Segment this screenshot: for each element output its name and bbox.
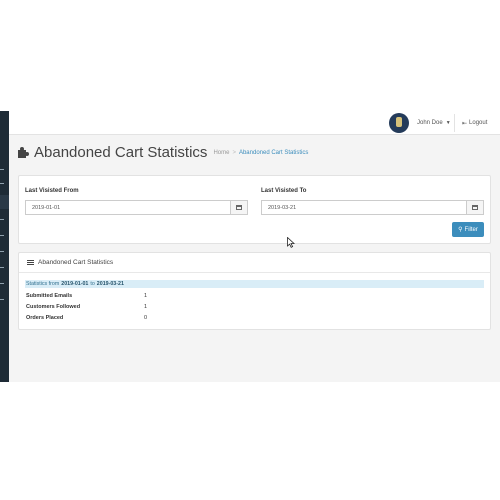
sidebar-item[interactable] [0, 235, 4, 236]
page-header: Abandoned Cart Statistics Home > Abandon… [17, 144, 308, 161]
sidebar-item[interactable] [0, 251, 4, 252]
sidebar-item[interactable] [0, 169, 4, 170]
sidebar-item[interactable] [0, 299, 4, 300]
page-title: Abandoned Cart Statistics [34, 144, 208, 161]
list-icon [27, 259, 34, 266]
stat-value: 0 [144, 315, 148, 321]
filter-button[interactable]: ⚲ Filter [452, 222, 484, 237]
sidebar [0, 111, 9, 382]
top-navbar: John Doe ▼ ⇤ Logout [9, 111, 500, 135]
sidebar-item[interactable] [0, 183, 4, 184]
sidebar-item[interactable] [0, 267, 4, 268]
breadcrumb-separator: > [232, 149, 236, 156]
stat-value: 1 [144, 293, 148, 299]
filter-button-label: Filter [464, 226, 478, 233]
sidebar-item[interactable] [0, 283, 4, 284]
sidebar-item[interactable] [0, 219, 4, 220]
breadcrumb-home[interactable]: Home [213, 150, 229, 156]
breadcrumb-current[interactable]: Abandoned Cart Statistics [239, 150, 308, 156]
stat-value: 1 [144, 304, 148, 310]
app-window: John Doe ▼ ⇤ Logout Abandoned Cart Stati… [0, 111, 500, 382]
navbar-divider [454, 114, 455, 132]
user-avatar[interactable] [389, 113, 409, 133]
to-calendar-button[interactable] [466, 200, 484, 215]
from-calendar-button[interactable] [230, 200, 248, 215]
range-joiner: to [90, 281, 95, 287]
from-date-input[interactable]: 2019-01-01 [25, 200, 230, 215]
stat-label: Customers Followed [26, 304, 81, 310]
from-date-group: 2019-01-01 [25, 200, 248, 215]
to-date-group: 2019-03-21 [261, 200, 484, 215]
logout-icon: ⇤ [462, 120, 468, 127]
filter-panel: Last Visisted From 2019-01-01 Last Visis… [18, 175, 491, 244]
to-date-input[interactable]: 2019-03-21 [261, 200, 466, 215]
range-end: 2019-03-21 [96, 281, 124, 287]
calendar-icon [236, 205, 242, 210]
to-date-label: Last Visisted To [261, 188, 307, 194]
stats-range-alert: Statistics from 2019-01-01 to 2019-03-21 [25, 280, 484, 288]
from-date-label: Last Visisted From [25, 188, 79, 194]
range-prefix: Statistics from [26, 281, 60, 287]
calendar-icon [472, 205, 478, 210]
caret-down-icon[interactable]: ▼ [446, 120, 451, 126]
search-icon: ⚲ [458, 227, 463, 233]
stats-panel-title: Abandoned Cart Statistics [38, 259, 114, 266]
puzzle-icon [17, 146, 30, 159]
stats-panel: Abandoned Cart Statistics Statistics fro… [18, 252, 491, 330]
range-start: 2019-01-01 [61, 281, 89, 287]
mouse-cursor-icon [287, 237, 295, 248]
breadcrumb: Home > Abandoned Cart Statistics [213, 150, 308, 156]
logout-label: Logout [469, 120, 488, 126]
user-menu[interactable]: John Doe ▼ [389, 111, 451, 135]
stat-label: Orders Placed [26, 315, 64, 321]
stats-panel-header: Abandoned Cart Statistics [19, 253, 490, 273]
logout-link[interactable]: ⇤ Logout [462, 111, 487, 135]
sidebar-item-active[interactable] [0, 195, 9, 209]
user-name[interactable]: John Doe [417, 120, 443, 126]
stat-label: Submitted Emails [26, 293, 73, 299]
